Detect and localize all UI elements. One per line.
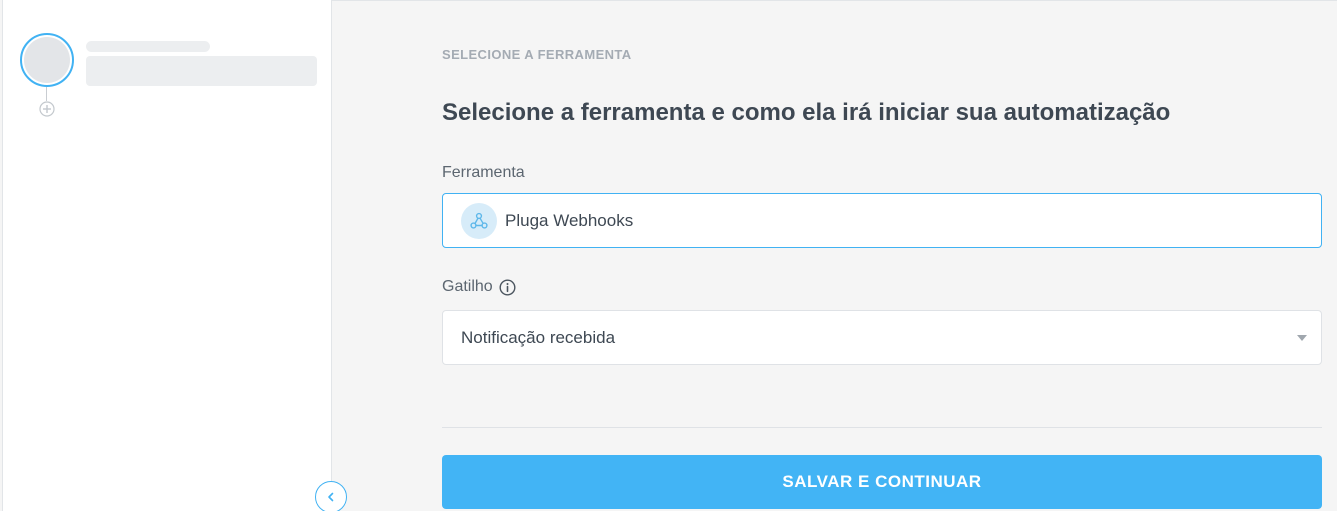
- app-window: SELECIONE A FERRAMENTA Selecione a ferra…: [0, 0, 1337, 511]
- trigger-select[interactable]: Notificação recebida: [442, 310, 1322, 365]
- trigger-label-text: Gatilho: [442, 278, 493, 295]
- chevron-left-icon: [328, 492, 334, 502]
- divider: [442, 427, 1322, 428]
- step-avatar-placeholder: [24, 37, 70, 83]
- section-label: SELECIONE A FERRAMENTA: [442, 47, 632, 62]
- collapse-sidebar-button[interactable]: [315, 481, 347, 511]
- tool-selector[interactable]: Pluga Webhooks: [442, 193, 1322, 248]
- step-subtitle-skeleton: [86, 56, 317, 86]
- tool-value: Pluga Webhooks: [505, 210, 634, 230]
- steps-sidebar: [2, 0, 332, 511]
- step-title-skeleton: [86, 41, 210, 52]
- step-avatar[interactable]: [20, 33, 74, 87]
- page-title: Selecione a ferramenta e como ela irá in…: [442, 99, 1171, 126]
- chevron-down-icon: [1297, 335, 1307, 341]
- tool-field-label: Ferramenta: [442, 164, 525, 182]
- main-content: SELECIONE A FERRAMENTA Selecione a ferra…: [442, 0, 1322, 511]
- trigger-field-label: Gatilho: [442, 278, 516, 296]
- step-connector-line: [46, 87, 47, 101]
- tool-label-text: Ferramenta: [442, 164, 525, 181]
- trigger-value: Notificação recebida: [461, 327, 616, 347]
- webhook-icon: [461, 202, 497, 239]
- add-step-icon[interactable]: [39, 101, 55, 117]
- save-and-continue-button[interactable]: SALVAR E CONTINUAR: [442, 455, 1322, 509]
- info-icon[interactable]: [499, 278, 516, 296]
